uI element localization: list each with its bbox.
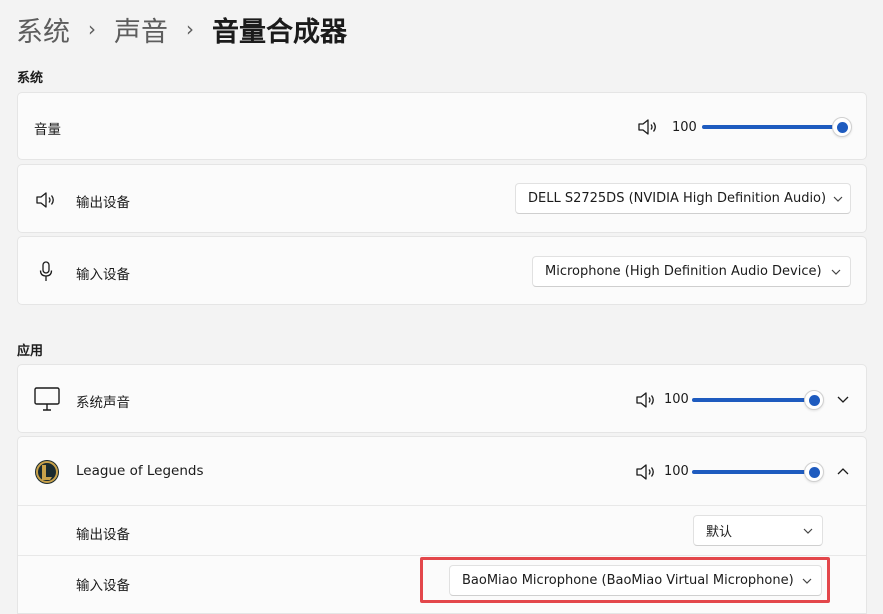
output-device-card: 输出设备 DELL S2725DS (NVIDIA High Definitio… <box>17 164 867 233</box>
system-sounds-slider-thumb[interactable] <box>804 390 824 410</box>
volume-label: 音量 <box>34 122 61 138</box>
chevron-down-icon <box>822 269 850 275</box>
system-sounds-card: 系统声音 100 <box>17 364 867 433</box>
volume-slider-thumb[interactable] <box>832 117 852 137</box>
input-device-card: 输入设备 Microphone (High Definition Audio D… <box>17 236 867 305</box>
breadcrumb-system[interactable]: 系统 <box>16 10 70 49</box>
league-of-legends-icon <box>35 460 59 484</box>
chevron-down-icon <box>837 396 849 403</box>
system-sounds-expand-button[interactable] <box>829 385 857 413</box>
input-device-value: Microphone (High Definition Audio Device… <box>545 264 822 279</box>
system-volume-card: 音量 100 <box>17 92 867 160</box>
breadcrumb: 系统 › 声音 › 音量合成器 <box>16 10 347 48</box>
speaker-icon <box>36 192 54 208</box>
system-sounds-label: 系统声音 <box>76 395 130 411</box>
speaker-icon[interactable] <box>635 391 657 409</box>
league-volume-value: 100 <box>664 464 689 479</box>
divider <box>18 505 866 506</box>
system-sounds-slider-track[interactable] <box>692 398 812 402</box>
chevron-down-icon <box>826 196 850 202</box>
output-device-label: 输出设备 <box>76 195 130 211</box>
speaker-icon[interactable] <box>635 463 657 481</box>
breadcrumb-separator: › <box>88 17 96 41</box>
league-output-device-value: 默认 <box>706 525 733 540</box>
breadcrumb-separator: › <box>186 17 194 41</box>
system-sounds-value: 100 <box>664 392 689 407</box>
page-title: 音量合成器 <box>212 16 347 48</box>
divider <box>18 555 866 556</box>
annotation-highlight-box <box>420 557 830 603</box>
breadcrumb-sound[interactable]: 声音 <box>114 10 168 49</box>
input-device-label: 输入设备 <box>76 267 130 283</box>
volume-value: 100 <box>672 120 697 135</box>
league-input-device-label: 输入设备 <box>76 578 130 594</box>
speaker-icon[interactable] <box>637 118 659 136</box>
league-slider-track[interactable] <box>692 470 812 474</box>
microphone-icon <box>39 261 53 281</box>
output-device-dropdown[interactable]: DELL S2725DS (NVIDIA High Definition Aud… <box>515 183 851 214</box>
section-title-apps: 应用 <box>17 344 44 359</box>
league-slider-thumb[interactable] <box>804 462 824 482</box>
league-output-device-dropdown[interactable]: 默认 <box>693 515 823 546</box>
chevron-down-icon <box>794 528 822 534</box>
input-device-dropdown[interactable]: Microphone (High Definition Audio Device… <box>532 256 851 287</box>
league-collapse-button[interactable] <box>829 457 857 485</box>
chevron-up-icon <box>837 467 849 474</box>
section-title-system: 系统 <box>17 71 44 86</box>
league-output-device-label: 输出设备 <box>76 527 130 543</box>
monitor-icon <box>34 387 60 411</box>
league-of-legends-label: League of Legends <box>76 463 204 479</box>
output-device-value: DELL S2725DS (NVIDIA High Definition Aud… <box>528 191 827 206</box>
volume-slider-track[interactable] <box>702 125 840 129</box>
